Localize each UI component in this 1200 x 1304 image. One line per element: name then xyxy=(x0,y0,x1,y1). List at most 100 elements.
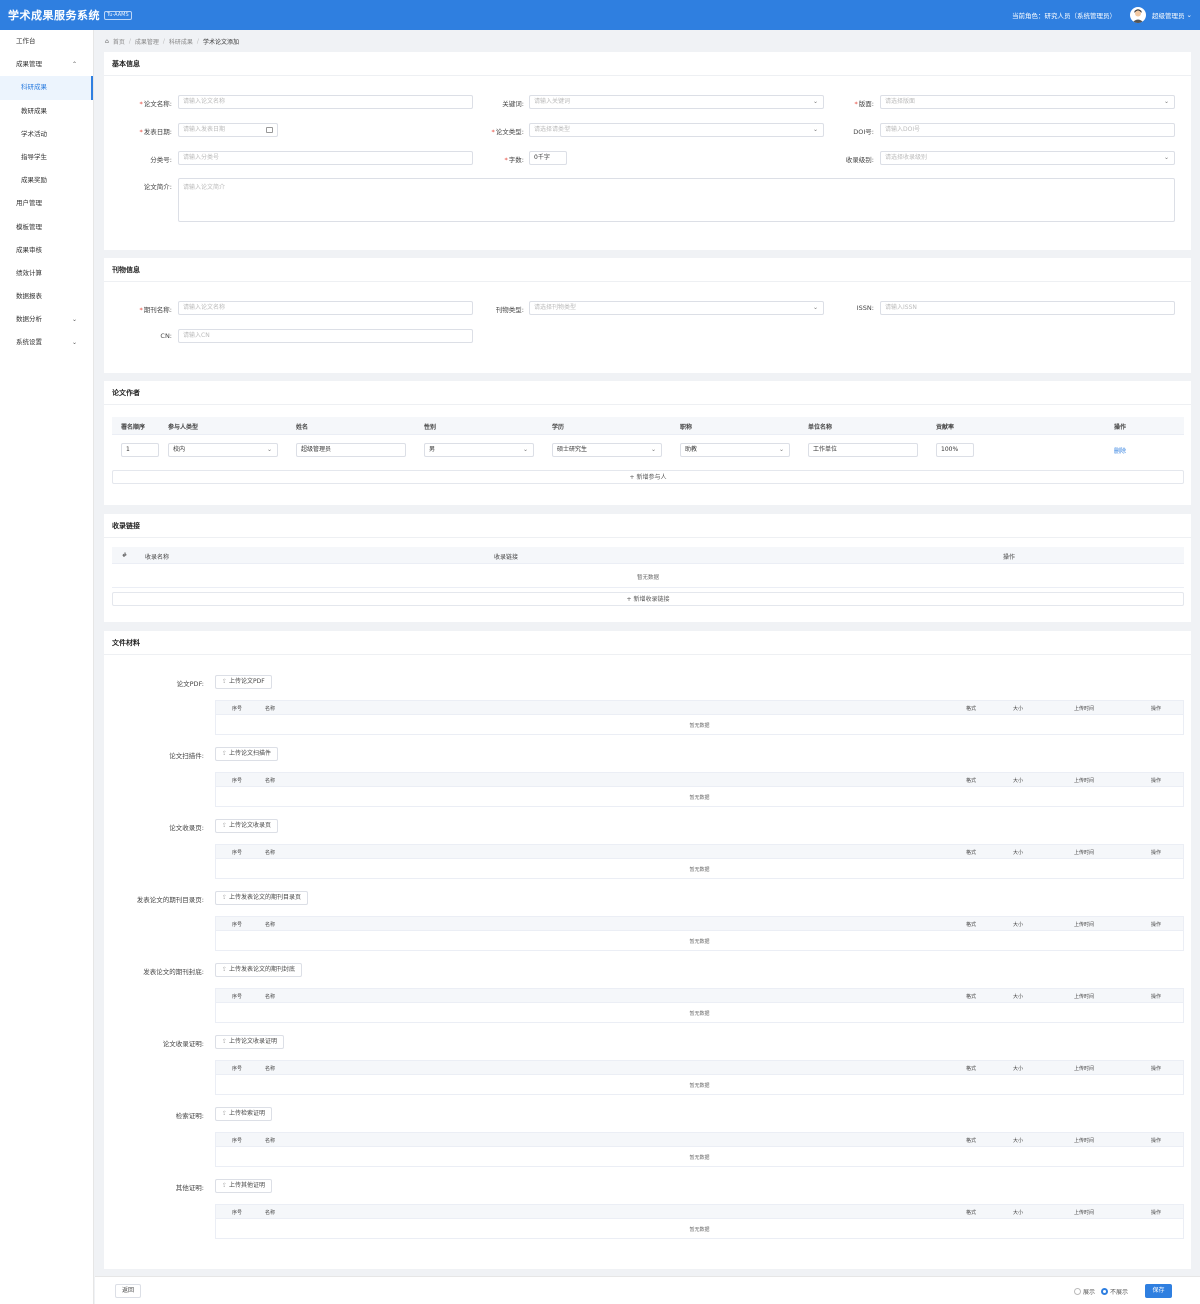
file-label: 论文PDF: xyxy=(176,680,204,688)
file-col-header: 名称 xyxy=(265,706,276,712)
breadcrumb: ⌂ 首页 / 成果管理 / 科研成果 / 学术论文添加 xyxy=(105,37,239,46)
upload-button[interactable]: ⇪ 上传发表论文的期刊目录页 xyxy=(215,891,309,905)
file-col-header: 操作 xyxy=(1151,850,1162,856)
file-table: 序号 名称 格式 大小 上传时间 操作 暂无数据 xyxy=(215,772,1184,807)
sidebar-item-analysis[interactable]: 数据分析 ⌄ xyxy=(0,308,93,331)
file-table-empty: 暂无数据 xyxy=(689,723,710,729)
sidebar-item-performance[interactable]: 绩效计算 xyxy=(0,262,93,285)
education-select[interactable]: 硕士研究生 ⌄ xyxy=(552,443,662,457)
file-label: 论文收录页: xyxy=(169,824,204,832)
file-col-header: 操作 xyxy=(1151,706,1162,712)
file-col-header: 大小 xyxy=(1013,1138,1024,1144)
file-col-header: 格式 xyxy=(966,1138,977,1144)
index-level-select[interactable]: 请选择收录级别 ⌄ xyxy=(880,151,1175,165)
add-link-button[interactable]: + 新增收录链接 xyxy=(112,592,1184,606)
file-col-header: 名称 xyxy=(265,1210,276,1216)
title-select[interactable]: 助教 ⌄ xyxy=(680,443,790,457)
sidebar-item-templates[interactable]: 模板管理 xyxy=(0,216,93,239)
upload-button[interactable]: ⇪ 上传其他证明 xyxy=(215,1179,273,1193)
author-name-input[interactable]: 超级管理员 xyxy=(296,443,406,457)
upload-button[interactable]: ⇪ 上传论文收录证明 xyxy=(215,1035,285,1049)
file-label: 发表论文的期刊封底: xyxy=(143,968,204,976)
file-col-header: 名称 xyxy=(265,994,276,1000)
keyword-select[interactable]: 请输入关键词 ⌄ xyxy=(529,95,824,109)
file-col-header: 序号 xyxy=(232,1210,243,1216)
section-title: 文件材料 xyxy=(112,639,140,647)
radio-circle xyxy=(1074,1288,1081,1295)
user-menu[interactable]: 超级管理员 ⌄ xyxy=(1152,10,1192,20)
breadcrumb-results[interactable]: 成果管理 xyxy=(135,37,159,46)
breadcrumb-home[interactable]: 首页 xyxy=(113,37,125,46)
file-col-header: 上传时间 xyxy=(1074,778,1095,784)
chevron-down-icon: ⌄ xyxy=(522,446,528,453)
sidebar-item-results[interactable]: 成果管理 ⌃ xyxy=(0,53,93,76)
sidebar-item-students[interactable]: 指导学生 xyxy=(0,146,93,169)
word-count-input[interactable]: 0千字 xyxy=(529,151,567,165)
abstract-textarea[interactable]: 请输入论文简介 xyxy=(178,178,1175,222)
col-order: 署名顺序 xyxy=(121,424,146,431)
links-panel: 收录链接 # 收录名称 收录链接 操作 暂无数据 + 新增收录链接 xyxy=(104,514,1191,622)
sidebar-item-activities[interactable]: 学术活动 xyxy=(0,123,93,146)
journal-type-select[interactable]: 请选择刊物类型 ⌄ xyxy=(529,301,824,315)
home-icon: ⌂ xyxy=(105,38,109,45)
save-button[interactable]: 保存 xyxy=(1145,1284,1172,1298)
issn-label: ISSN: xyxy=(856,304,874,312)
contribution-input[interactable]: 100% xyxy=(936,443,974,457)
breadcrumb-research[interactable]: 科研成果 xyxy=(169,37,193,46)
file-label: 检索证明: xyxy=(175,1112,204,1120)
index-level-label: 收录级别: xyxy=(845,156,874,164)
issn-input[interactable]: 请输入ISSN xyxy=(880,301,1175,315)
sidebar-item-settings[interactable]: 系统设置 ⌄ xyxy=(0,331,93,354)
participant-type-select[interactable]: 校内 ⌄ xyxy=(168,443,278,457)
footer-bar: 返回 展示 不展示 保存 xyxy=(95,1276,1200,1304)
upload-icon: ⇪ xyxy=(222,1038,228,1045)
gender-select[interactable]: 男 ⌄ xyxy=(424,443,534,457)
publish-date-input[interactable]: 请输入发表日期 xyxy=(178,123,278,137)
sidebar-item-research[interactable]: 科研成果 xyxy=(0,76,93,100)
sidebar-item-teaching[interactable]: 教研成果 xyxy=(0,100,93,123)
radio-circle-selected xyxy=(1101,1288,1108,1295)
class-number-input[interactable]: 请输入分类号 xyxy=(178,151,473,165)
main-content: ⌂ 首页 / 成果管理 / 科研成果 / 学术论文添加 基本信息 *论文名称: … xyxy=(95,30,1200,1304)
radio-show[interactable]: 展示 xyxy=(1074,1287,1095,1296)
radio-hide[interactable]: 不展示 xyxy=(1101,1287,1128,1296)
file-col-header: 大小 xyxy=(1013,922,1024,928)
unit-input[interactable]: 工作单位 xyxy=(808,443,918,457)
avatar[interactable] xyxy=(1130,7,1147,23)
sidebar-item-reports[interactable]: 数据报表 xyxy=(0,285,93,308)
layout-select[interactable]: 请选择版面 ⌄ xyxy=(880,95,1175,109)
file-table-empty: 暂无数据 xyxy=(689,795,710,801)
upload-button[interactable]: ⇪ 上传发表论文的期刊封底 xyxy=(215,963,303,977)
section-title: 基本信息 xyxy=(112,60,140,68)
file-col-header: 上传时间 xyxy=(1074,850,1095,856)
cn-input[interactable]: 请输入CN xyxy=(178,329,473,343)
file-col-header: 序号 xyxy=(232,1066,243,1072)
add-participant-button[interactable]: + 新增参与人 xyxy=(112,470,1184,484)
upload-button[interactable]: ⇪ 上传论文扫描件 xyxy=(215,747,279,761)
upload-button[interactable]: ⇪ 上传论文PDF xyxy=(215,675,272,689)
upload-icon: ⇪ xyxy=(222,678,228,685)
sidebar-item-review[interactable]: 成果审核 xyxy=(0,239,93,262)
file-col-header: 序号 xyxy=(232,850,243,856)
upload-icon: ⇪ xyxy=(222,1110,228,1117)
upload-button[interactable]: ⇪ 上传检索证明 xyxy=(215,1107,273,1121)
upload-button[interactable]: ⇪ 上传论文收录页 xyxy=(215,819,279,833)
delete-author-button[interactable]: 删除 xyxy=(1114,446,1126,455)
paper-name-input[interactable]: 请输入论文名称 xyxy=(178,95,473,109)
file-label: 发表论文的期刊目录页: xyxy=(136,896,204,904)
file-col-header: 格式 xyxy=(966,1210,977,1216)
journal-name-input[interactable]: 请输入论文名称 xyxy=(178,301,473,315)
section-title: 论文作者 xyxy=(112,389,140,397)
back-button[interactable]: 返回 xyxy=(115,1284,141,1298)
order-input[interactable]: 1 xyxy=(121,443,159,457)
chevron-down-icon: ⌄ xyxy=(1163,98,1169,105)
file-table: 序号 名称 格式 大小 上传时间 操作 暂无数据 xyxy=(215,916,1184,951)
doi-input[interactable]: 请输入DOI号 xyxy=(880,123,1175,137)
sidebar-item-workbench[interactable]: 工作台 xyxy=(0,30,93,53)
sidebar-item-users[interactable]: 用户管理 xyxy=(0,192,93,215)
sidebar-item-awards[interactable]: 成果奖励 xyxy=(0,169,93,192)
class-number-label: 分类号: xyxy=(150,156,172,164)
file-col-header: 上传时间 xyxy=(1074,1066,1095,1072)
paper-type-select[interactable]: 请选择请类型 ⌄ xyxy=(529,123,824,137)
chevron-down-icon: ⌄ xyxy=(1163,154,1169,161)
